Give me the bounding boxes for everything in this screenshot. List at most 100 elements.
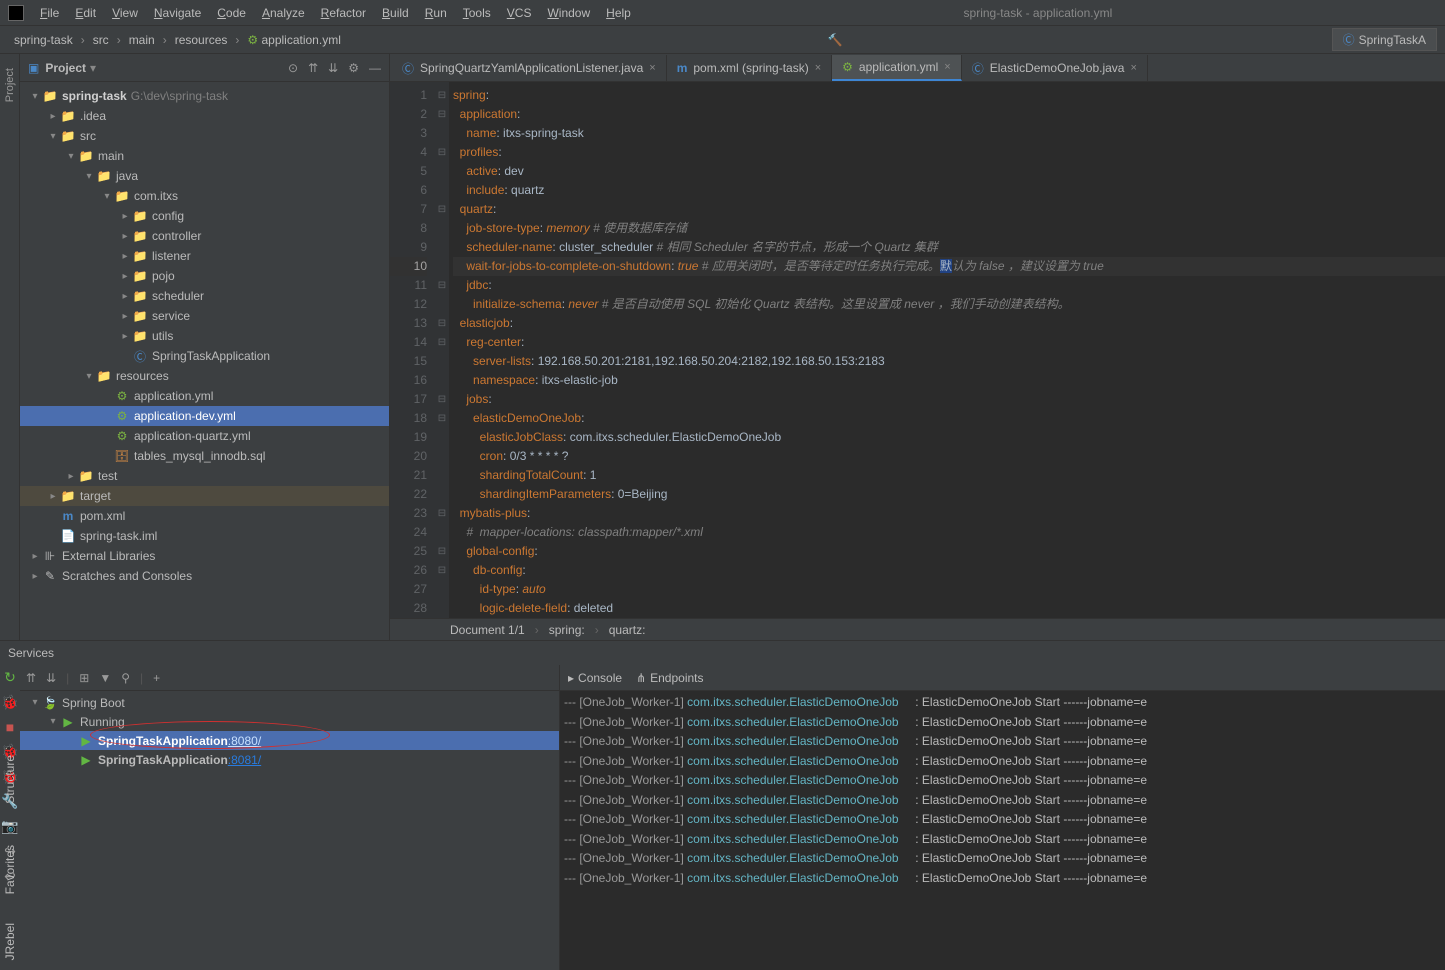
status-crumb-0[interactable]: spring: [549,623,585,637]
tree-item[interactable]: ▸✎Scratches and Consoles [20,566,389,586]
menu-file[interactable]: File [32,4,67,22]
services-item[interactable]: ▶SpringTaskApplication :8080/ [20,731,559,750]
stop-icon[interactable]: ■ [6,719,14,735]
tree-item[interactable]: ▾📁spring-taskG:\dev\spring-task [20,86,389,106]
project-tree[interactable]: ▾📁spring-taskG:\dev\spring-task▸📁.idea▾📁… [20,82,389,640]
tree-item[interactable]: 🗄tables_mysql_innodb.sql [20,446,389,466]
tree-item[interactable]: ▸📁target [20,486,389,506]
run-config-button[interactable]: Ⓒ SpringTaskA [1332,28,1437,51]
menu-vcs[interactable]: VCS [499,4,540,22]
tree-item[interactable]: 📄spring-task.iml [20,526,389,546]
editor-tabs: ⒸSpringQuartzYamlApplicationListener.jav… [390,54,1445,82]
project-panel: ▣ Project ▾ ⊙ ⇈ ⇊ ⚙ — ▾📁spring-taskG:\de… [20,54,390,640]
breadcrumb-2[interactable]: main [123,31,161,49]
menu-tools[interactable]: Tools [455,4,499,22]
menu-edit[interactable]: Edit [67,4,104,22]
svc-collapse-icon[interactable]: ⇊ [46,671,56,685]
console-column: ▸Console ⋔Endpoints --- [OneJob_Worker-1]… [560,665,1445,970]
services-tree[interactable]: ▾🍃Spring Boot▾▶Running▶SpringTaskApplica… [20,691,559,970]
tree-item[interactable]: ▸📁service [20,306,389,326]
tree-item[interactable]: ▸📁scheduler [20,286,389,306]
svc-expand-icon[interactable]: ⇈ [26,671,36,685]
console-tabs: ▸Console ⋔Endpoints [560,665,1445,691]
breadcrumb-3[interactable]: resources [169,31,234,49]
menu-analyze[interactable]: Analyze [254,4,313,22]
tree-item[interactable]: ▸📁test [20,466,389,486]
tree-item[interactable]: ▸📁controller [20,226,389,246]
svc-add-icon[interactable]: + [153,671,160,685]
menu-build[interactable]: Build [374,4,417,22]
tree-item[interactable]: ▾📁main [20,146,389,166]
services-item[interactable]: ▾▶Running [20,712,559,731]
breadcrumb-4[interactable]: ⚙ application.yml [241,31,346,49]
console-tab[interactable]: ⋔Endpoints [636,671,703,685]
editor-tab[interactable]: ⒸSpringQuartzYamlApplicationListener.jav… [392,55,667,81]
tree-item[interactable]: ▾📁com.itxs [20,186,389,206]
tree-item[interactable]: ▾📁java [20,166,389,186]
left-strip-bottom2: Favorites [0,839,20,900]
menu-help[interactable]: Help [598,4,639,22]
rerun-icon[interactable]: ↻ [4,669,16,686]
run-icon[interactable]: 🐞 [1,694,18,711]
breadcrumb-0[interactable]: spring-task [8,31,79,49]
project-panel-title: Project [45,61,86,75]
status-document: Document 1/1 [450,623,525,637]
tree-item[interactable]: ▸📁config [20,206,389,226]
editor-tab[interactable]: ⒸElasticDemoOneJob.java× [962,55,1148,81]
tree-item[interactable]: ▸📁pojo [20,266,389,286]
editor-status-bar: Document 1/1 › spring: › quartz: [390,618,1445,640]
project-panel-header: ▣ Project ▾ ⊙ ⇈ ⇊ ⚙ — [20,54,389,82]
build-icon[interactable]: 🔨 [828,33,843,47]
services-header: Services [0,641,1445,665]
menu-run[interactable]: Run [417,4,455,22]
class-icon: Ⓒ [1343,31,1355,48]
menu-view[interactable]: View [104,4,146,22]
tree-item[interactable]: ▸📁listener [20,246,389,266]
tree-item[interactable]: ▾📁resources [20,366,389,386]
tree-item[interactable]: ▸⊪External Libraries [20,546,389,566]
tree-item[interactable]: ▾📁src [20,126,389,146]
editor-tab[interactable]: mpom.xml (spring-task)× [667,55,832,81]
collapse-icon[interactable]: ⇊ [328,61,338,75]
expand-icon[interactable]: ⇈ [308,61,318,75]
dropdown-icon[interactable]: ▾ [90,61,96,75]
tree-item[interactable]: ⚙application-dev.yml [20,406,389,426]
menu-bar: FileEditViewNavigateCodeAnalyzeRefactorB… [0,0,1445,26]
line-gutter[interactable]: 1234567891011121314151617181920212223242… [390,82,435,618]
favorites-tool-button[interactable]: Favorites [3,845,17,894]
tree-item[interactable]: mpom.xml [20,506,389,526]
svc-filter-icon[interactable]: ▼ [99,671,111,685]
tree-item[interactable]: ⒸSpringTaskApplication [20,346,389,366]
tree-item[interactable]: ▸📁.idea [20,106,389,126]
structure-tool-button[interactable]: Structure [3,755,17,804]
tree-item[interactable]: ▸📁utils [20,326,389,346]
gear-icon[interactable]: ⚙ [348,61,359,75]
editor-tab[interactable]: ⚙application.yml× [832,55,962,81]
run-config-label: SpringTaskA [1359,33,1426,47]
services-item[interactable]: ▾🍃Spring Boot [20,693,559,712]
menu-code[interactable]: Code [209,4,254,22]
jrebel-tool-button[interactable]: JRebel [3,923,17,960]
locate-icon[interactable]: ⊙ [288,61,298,75]
hide-icon[interactable]: — [369,61,381,75]
svc-bookmark-icon[interactable]: ⚲ [121,671,130,685]
editor-content[interactable]: spring: application: name: itxs-spring-t… [449,82,1445,618]
services-item[interactable]: ▶SpringTaskApplication :8081/ [20,750,559,769]
tree-item[interactable]: ⚙application-quartz.yml [20,426,389,446]
menu-refactor[interactable]: Refactor [313,4,374,22]
camera-icon[interactable]: 📷 [1,818,18,835]
console-output[interactable]: --- [OneJob_Worker-1] com.itxs.scheduler… [560,691,1445,970]
menu-window[interactable]: Window [539,4,598,22]
navigation-bar: spring-task›src›main›resources›⚙ applica… [0,26,1445,54]
tree-item[interactable]: ⚙application.yml [20,386,389,406]
project-icon: ▣ [28,61,39,75]
status-crumb-1[interactable]: quartz: [609,623,646,637]
breadcrumb-1[interactable]: src [87,31,115,49]
services-title: Services [8,646,54,660]
fold-column[interactable]: ⊟⊟⊟⊟⊟⊟⊟⊟⊟⊟⊟⊟ [435,82,449,618]
app-logo-icon [8,5,24,21]
svc-grid-icon[interactable]: ⊞ [79,671,89,685]
menu-navigate[interactable]: Navigate [146,4,209,22]
project-tool-button[interactable]: Project [4,62,16,108]
console-tab[interactable]: ▸Console [568,671,622,685]
